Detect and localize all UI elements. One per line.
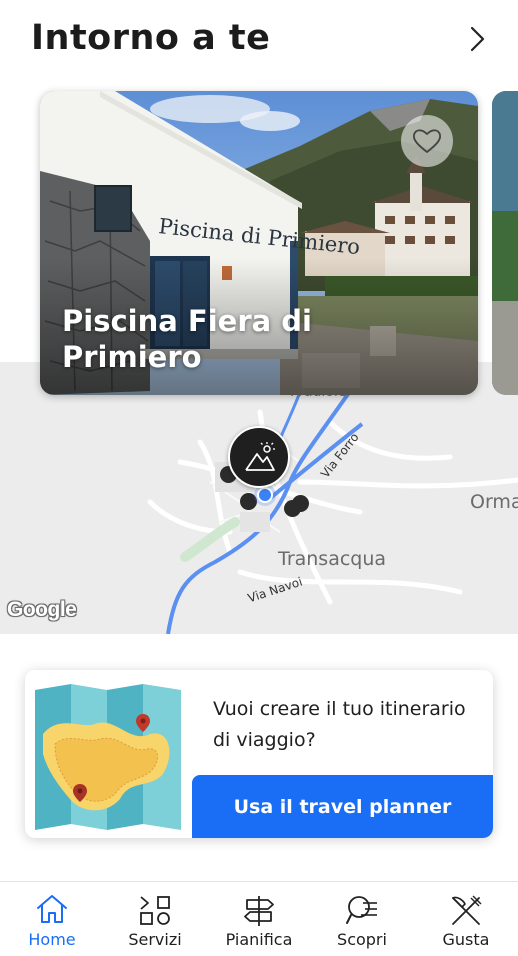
tab-pianifica-label: Pianifica [225, 930, 293, 949]
travel-planner-text: Vuoi creare il tuo itinerario di viaggio… [213, 698, 466, 751]
tab-servizi[interactable]: Servizi [105, 882, 205, 956]
map-label-ormar: Orma [470, 491, 518, 513]
favorite-button[interactable] [401, 115, 453, 167]
google-logo: Google [7, 598, 77, 621]
search-list-icon [346, 896, 377, 924]
map-poi-marker[interactable] [240, 493, 257, 510]
tab-servizi-label: Servizi [128, 930, 182, 949]
signpost-icon [244, 896, 274, 926]
tab-pianifica[interactable]: Pianifica [209, 882, 309, 956]
map-poi-marker[interactable] [292, 495, 309, 512]
tab-gusta[interactable]: Gusta [416, 882, 516, 956]
mountain-sun-icon [245, 442, 275, 471]
tab-home-label: Home [28, 930, 76, 949]
map-label-transacqua: Transacqua [278, 548, 387, 570]
chevron-right-icon[interactable] [462, 24, 492, 54]
place-card-title: Piscina Fiera di Primiero [62, 304, 312, 374]
heart-outline-icon [413, 129, 441, 153]
home-icon [37, 895, 67, 923]
place-card-next[interactable] [492, 91, 518, 395]
tab-scopri[interactable]: Scopri [312, 882, 412, 956]
tab-home[interactable]: Home [2, 882, 102, 956]
travel-planner-card[interactable]: Vuoi creare il tuo itinerario di viaggio… [25, 670, 493, 838]
map-view[interactable]: Pradiole Via Forro Orma Transacqua Via N… [0, 362, 518, 634]
grid-shapes-icon [140, 896, 170, 925]
section-title: Intorno a te [31, 18, 271, 58]
travel-planner-button[interactable]: Usa il travel planner [192, 775, 493, 838]
place-card[interactable]: Piscina di Primiero Piscina Fiera di Pri… [40, 91, 478, 395]
current-location-dot [257, 487, 273, 503]
map-selected-marker[interactable] [228, 426, 290, 488]
bottom-tab-bar: Home Servizi Pianifica Scopri Gusta [0, 881, 518, 956]
folded-map-illustration [35, 684, 181, 830]
tab-scopri-label: Scopri [337, 930, 387, 949]
header: Intorno a te [0, 0, 518, 90]
fork-knife-icon [452, 895, 482, 925]
tab-gusta-label: Gusta [442, 930, 490, 949]
